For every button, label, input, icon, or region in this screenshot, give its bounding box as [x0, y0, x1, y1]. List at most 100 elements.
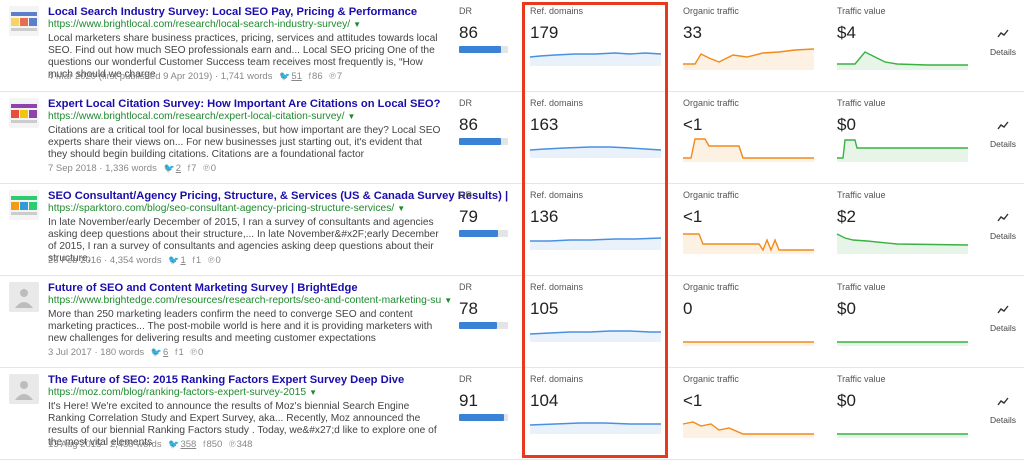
pinterest-icon: ℗: [190, 347, 198, 357]
details-button[interactable]: Details: [985, 121, 1021, 152]
result-url[interactable]: https://www.brightedge.com/resources/res…: [48, 295, 452, 306]
pinterest-shares[interactable]: ℗0: [203, 163, 216, 174]
caret-down-icon[interactable]: ▼: [353, 20, 361, 29]
details-label: Details: [990, 47, 1016, 57]
published-date: 3 Jul 2017: [48, 347, 92, 358]
thumbnail[interactable]: [9, 98, 39, 128]
table-row: The Future of SEO: 2015 Ranking Factors …: [0, 368, 1024, 460]
thumbnail[interactable]: [9, 282, 39, 312]
twitter-shares[interactable]: 🐦51: [279, 71, 302, 82]
details-button[interactable]: Details: [985, 29, 1021, 60]
result-url[interactable]: https://www.brightlocal.com/research/loc…: [48, 19, 361, 30]
trend-icon: [997, 305, 1009, 314]
traffic-value-value[interactable]: $4: [837, 23, 856, 43]
result-url-text[interactable]: https://www.brightlocal.com/research/loc…: [48, 19, 350, 30]
result-title-link[interactable]: The Future of SEO: 2015 Ranking Factors …: [48, 374, 404, 386]
caret-down-icon[interactable]: ▼: [444, 296, 452, 305]
details-label: Details: [990, 415, 1016, 425]
published-date: 7 Sep 2018: [48, 163, 97, 174]
dr-bar-fill: [459, 46, 502, 53]
ref-domains-value[interactable]: 163: [530, 115, 558, 135]
dr-value: 91: [459, 391, 478, 410]
dr-bar: [459, 230, 508, 237]
result-title-link[interactable]: Expert Local Citation Survey: How Import…: [48, 98, 440, 110]
traffic-value-value[interactable]: $2: [837, 207, 856, 227]
twitter-shares[interactable]: 🐦358: [168, 439, 196, 450]
result-meta: 13 Aug 2015 · 2,438 words 🐦358 f850 ℗348: [48, 439, 253, 450]
facebook-shares[interactable]: f7: [188, 163, 197, 174]
result-url-text[interactable]: https://sparktoro.com/blog/seo-consultan…: [48, 203, 394, 214]
ref-domains-value[interactable]: 179: [530, 23, 558, 43]
dr-label: DR: [459, 282, 472, 292]
organic-traffic-value[interactable]: <1: [683, 391, 702, 411]
table-row: Local Search Industry Survey: Local SEO …: [0, 0, 1024, 92]
facebook-shares[interactable]: f86: [309, 71, 323, 82]
result-url-text[interactable]: https://www.brightedge.com/resources/res…: [48, 295, 441, 306]
thumbnail[interactable]: [9, 374, 39, 404]
facebook-icon: f: [192, 255, 195, 265]
pinterest-icon: ℗: [207, 255, 215, 265]
ref-domains-label: Ref. domains: [530, 98, 584, 108]
organic-traffic-sparkline: [683, 48, 815, 70]
organic-traffic-value[interactable]: 0: [683, 299, 692, 319]
traffic-value-label: Traffic value: [837, 98, 886, 108]
traffic-value-sparkline: [837, 341, 968, 346]
published-date: 4 Mar 2020 (first published 9 Apr 2019): [48, 71, 213, 82]
details-label: Details: [990, 323, 1016, 333]
ref-domains-value[interactable]: 136: [530, 207, 558, 227]
facebook-shares[interactable]: f1: [192, 255, 201, 266]
dr-bar: [459, 138, 508, 145]
dr-label: DR: [459, 190, 472, 200]
result-url[interactable]: https://moz.com/blog/ranking-factors-exp…: [48, 387, 317, 398]
traffic-value-label: Traffic value: [837, 190, 886, 200]
result-title-link[interactable]: SEO Consultant/Agency Pricing, Structure…: [48, 190, 508, 202]
facebook-icon: f: [308, 71, 312, 81]
twitter-shares[interactable]: 🐦6: [151, 347, 169, 358]
result-title-link[interactable]: Future of SEO and Content Marketing Surv…: [48, 282, 358, 294]
caret-down-icon[interactable]: ▼: [397, 204, 405, 213]
facebook-shares[interactable]: f850: [203, 439, 222, 450]
twitter-shares[interactable]: 🐦2: [163, 163, 181, 174]
organic-traffic-value[interactable]: 33: [683, 23, 702, 43]
trend-icon: [997, 29, 1009, 38]
organic-traffic-value[interactable]: <1: [683, 115, 702, 135]
ref-domains-value[interactable]: 104: [530, 391, 558, 411]
facebook-shares[interactable]: f1: [175, 347, 184, 358]
twitter-shares[interactable]: 🐦1: [168, 255, 186, 266]
ref-domains-label: Ref. domains: [530, 374, 584, 384]
thumbnail[interactable]: [9, 6, 39, 36]
organic-traffic-label: Organic traffic: [683, 6, 739, 16]
traffic-value-value[interactable]: $0: [837, 115, 856, 135]
details-button[interactable]: Details: [985, 397, 1021, 428]
pinterest-shares[interactable]: ℗7: [329, 71, 342, 82]
organic-traffic-sparkline: [683, 233, 814, 254]
traffic-value-label: Traffic value: [837, 374, 886, 384]
pinterest-shares[interactable]: ℗0: [208, 255, 221, 266]
caret-down-icon[interactable]: ▼: [309, 388, 317, 397]
result-url-text[interactable]: https://moz.com/blog/ranking-factors-exp…: [48, 387, 306, 398]
caret-down-icon[interactable]: ▼: [347, 112, 355, 121]
dr-label: DR: [459, 6, 472, 16]
result-url-text[interactable]: https://www.brightlocal.com/research/exp…: [48, 111, 344, 122]
ref-domains-sparkline: [529, 422, 661, 434]
twitter-icon: 🐦: [150, 347, 162, 357]
result-url[interactable]: https://sparktoro.com/blog/seo-consultan…: [48, 203, 405, 214]
traffic-value-value[interactable]: $0: [837, 391, 856, 411]
table-row: Future of SEO and Content Marketing Surv…: [0, 276, 1024, 368]
result-meta: 7 Sep 2018 · 1,336 words 🐦2 f7 ℗0: [48, 163, 217, 174]
ref-domains-sparkline: [529, 330, 661, 342]
pinterest-shares[interactable]: ℗348: [229, 439, 253, 450]
organic-traffic-value[interactable]: <1: [683, 207, 702, 227]
dr-bar: [459, 46, 508, 53]
word-count: 180 words: [100, 347, 145, 358]
dr-bar: [459, 322, 508, 329]
result-title-link[interactable]: Local Search Industry Survey: Local SEO …: [48, 6, 417, 18]
details-button[interactable]: Details: [985, 305, 1021, 336]
result-meta: 26 Feb 2016 · 4,354 words 🐦1 f1 ℗0: [48, 255, 221, 266]
thumbnail[interactable]: [9, 190, 39, 220]
pinterest-shares[interactable]: ℗0: [190, 347, 203, 358]
ref-domains-value[interactable]: 105: [530, 299, 558, 319]
result-url[interactable]: https://www.brightlocal.com/research/exp…: [48, 111, 355, 122]
traffic-value-value[interactable]: $0: [837, 299, 856, 319]
details-button[interactable]: Details: [985, 213, 1021, 244]
